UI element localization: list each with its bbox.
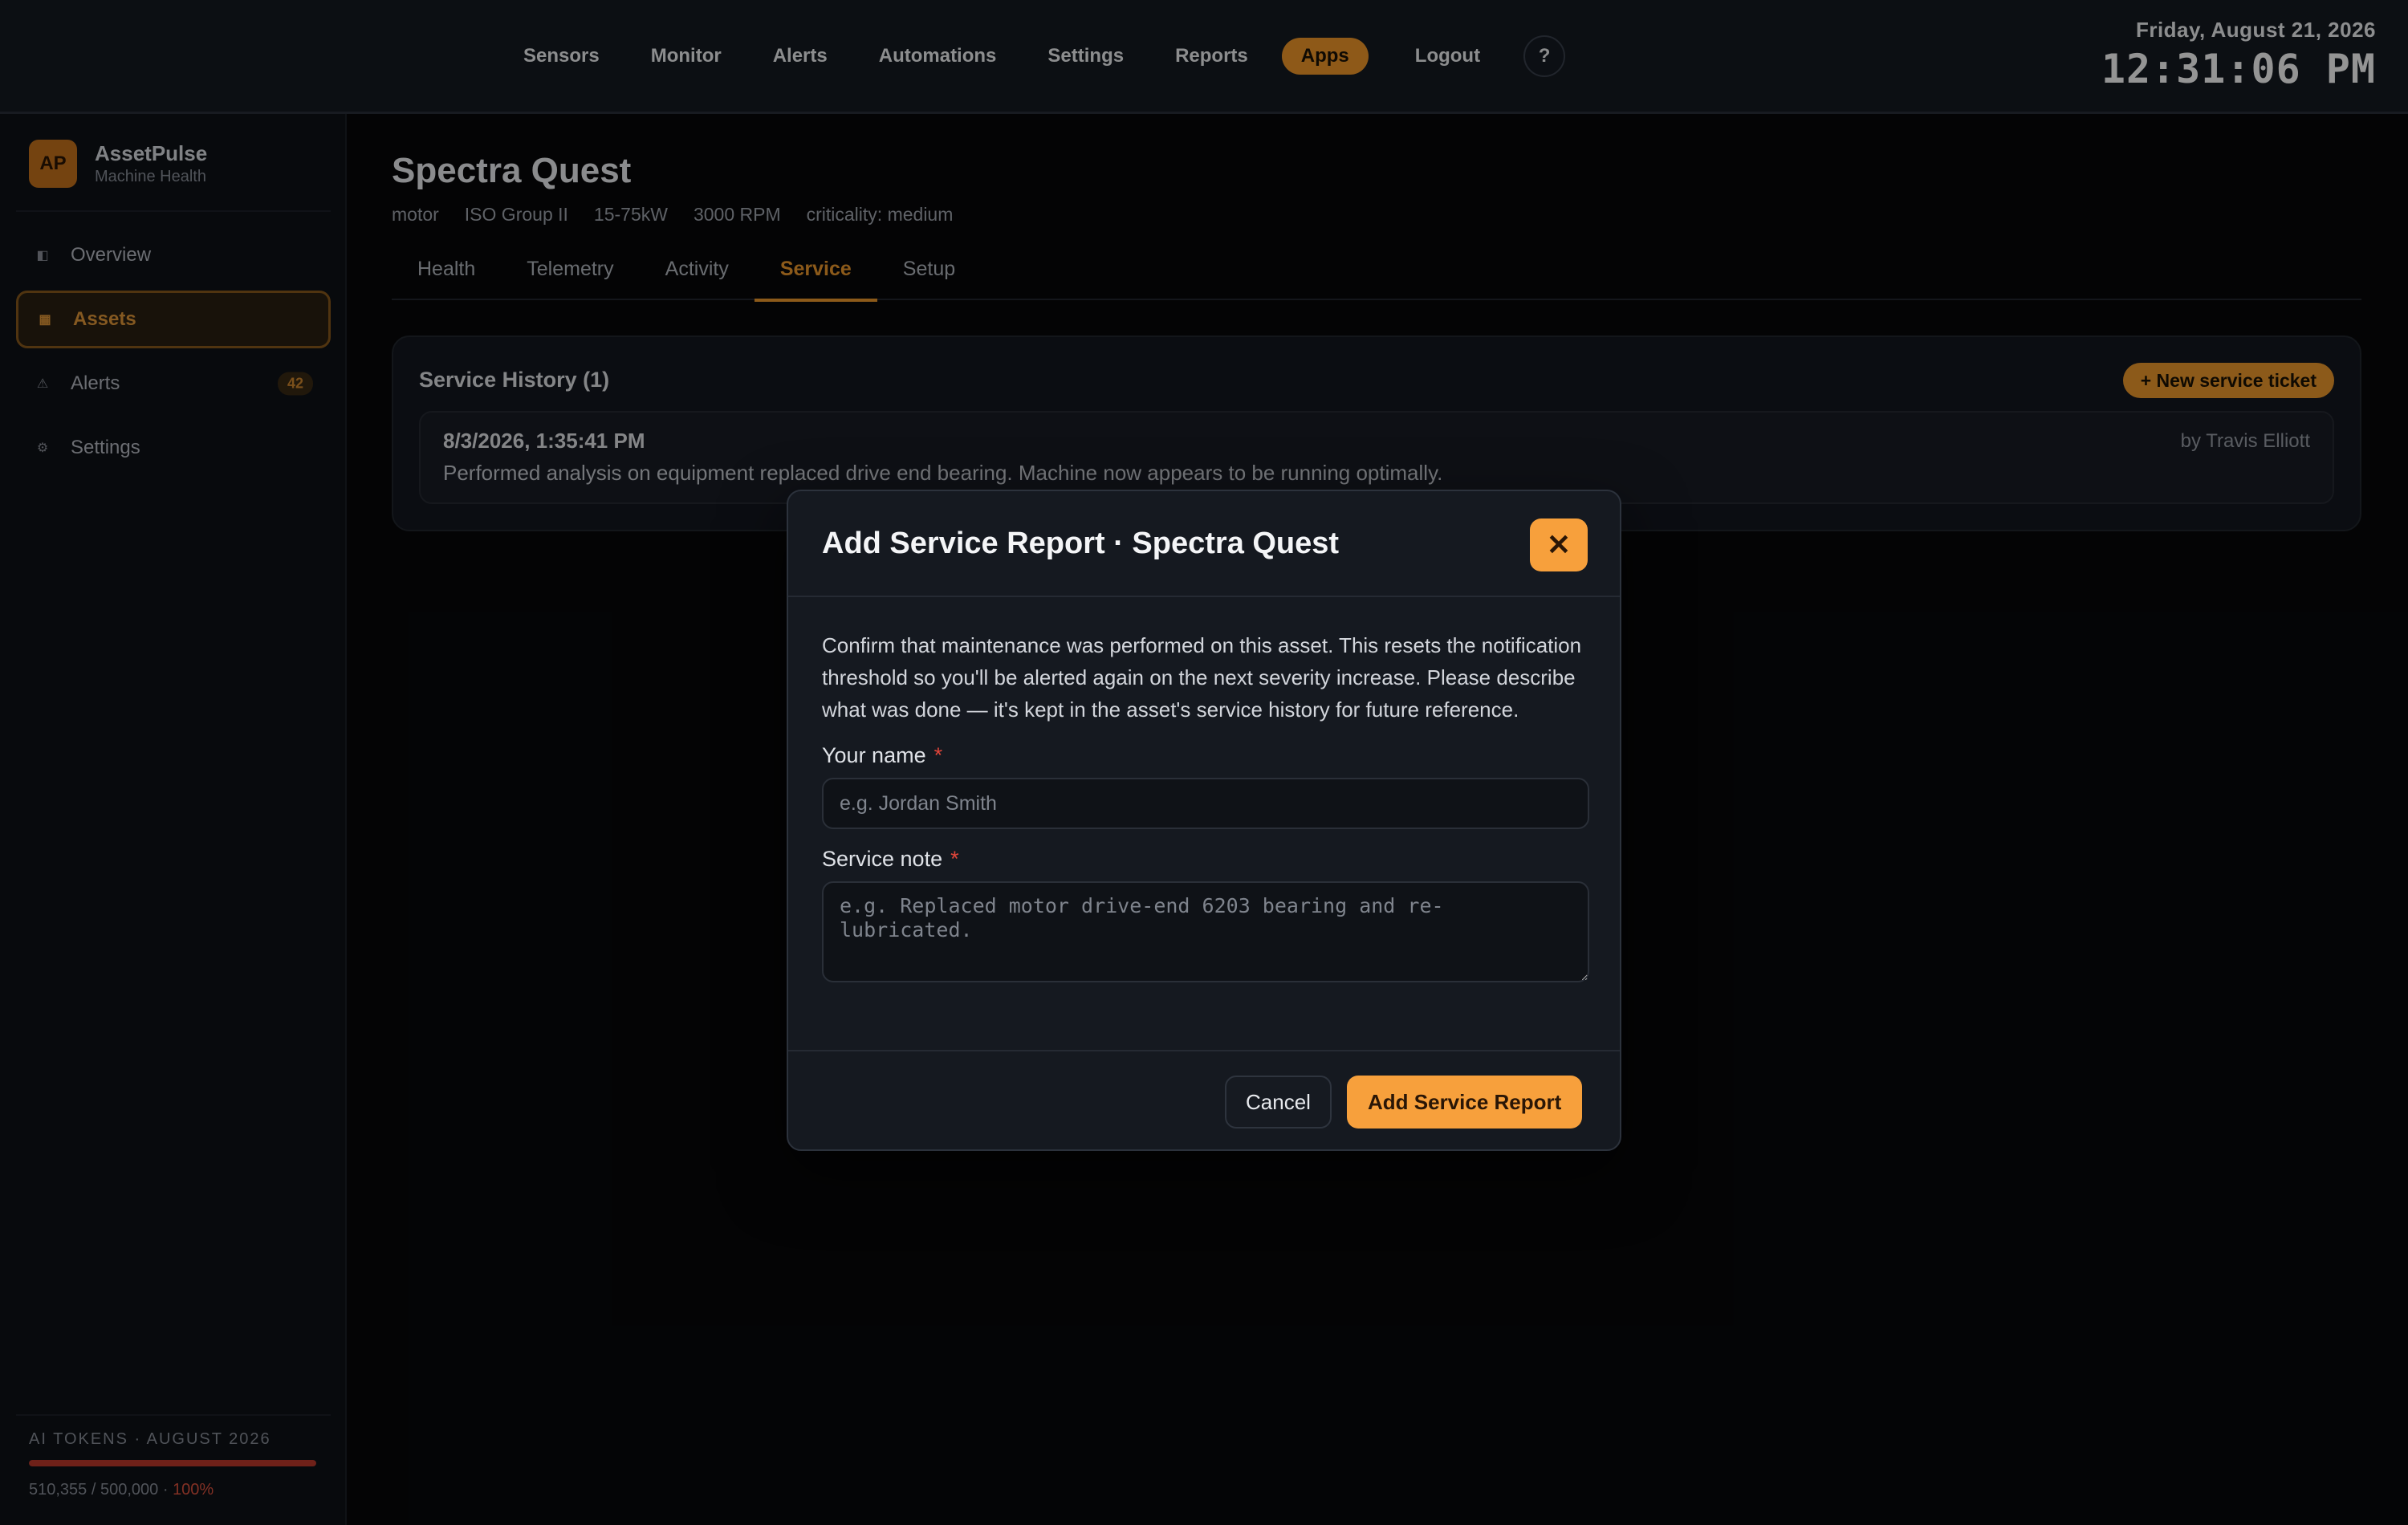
cancel-button[interactable]: Cancel — [1225, 1076, 1332, 1128]
dialog-description: Confirm that maintenance was performed o… — [822, 633, 1582, 722]
service-note-textarea[interactable] — [822, 881, 1589, 982]
add-service-report-dialog: Add Service Report · Spectra Quest ✕ Con… — [787, 490, 1621, 1151]
name-input[interactable] — [822, 778, 1589, 829]
add-service-report-button[interactable]: Add Service Report — [1347, 1076, 1583, 1128]
dialog-header: Add Service Report · Spectra Quest ✕ — [788, 491, 1620, 597]
required-marker: * — [950, 847, 959, 871]
name-field-label: Your name * — [822, 743, 1589, 768]
note-label-text: Service note — [822, 847, 943, 871]
name-label-text: Your name — [822, 743, 926, 767]
required-marker: * — [934, 743, 943, 767]
note-field-label: Service note * — [822, 847, 1589, 872]
dialog-title: Add Service Report · Spectra Quest — [822, 527, 1340, 560]
dialog-footer: Cancel Add Service Report — [788, 1050, 1620, 1151]
dialog-body: Confirm that maintenance was performed o… — [822, 629, 1589, 986]
close-icon[interactable]: ✕ — [1530, 518, 1588, 571]
